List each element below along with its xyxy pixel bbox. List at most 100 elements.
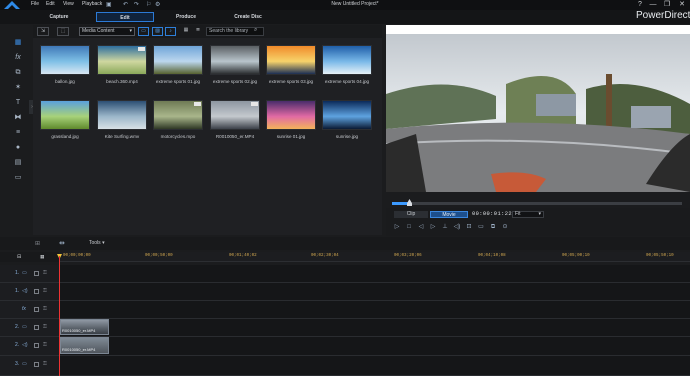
zoom-fit-select[interactable]: Fit ▾ xyxy=(512,211,544,218)
track-body[interactable] xyxy=(59,283,690,300)
audio-mixing-icon[interactable]: ≡ xyxy=(10,127,26,139)
chapter-room-icon[interactable]: ▤ xyxy=(10,157,26,169)
tab-produce[interactable]: Produce xyxy=(157,12,215,22)
library-thumbnail[interactable] xyxy=(266,45,316,75)
track-body[interactable] xyxy=(59,301,690,318)
track-enable-checkbox[interactable] xyxy=(34,362,39,367)
track-lock-icon[interactable]: ⚿ xyxy=(43,325,48,330)
minimize-button[interactable]: — xyxy=(647,0,659,10)
fx-room-icon[interactable]: fx xyxy=(10,52,26,64)
timeline-view-icon[interactable]: ▦ xyxy=(40,254,44,260)
library-thumbnail[interactable] xyxy=(97,45,147,75)
track-body[interactable] xyxy=(59,265,690,282)
track-enable-checkbox[interactable] xyxy=(34,343,39,348)
3d-toggle-icon[interactable]: ▭ xyxy=(476,223,486,232)
subtitle-room-icon[interactable]: ▭ xyxy=(10,172,26,184)
audio-icon: ◁) xyxy=(22,288,28,294)
audio-filter-icon[interactable]: ♪ xyxy=(165,27,176,36)
library-item-label: R0010050_er.MP4 xyxy=(215,134,255,139)
track-body[interactable] xyxy=(59,319,690,336)
video-clip[interactable]: R0010050_er.MP4 xyxy=(60,319,109,335)
search-icon[interactable]: ⌕ xyxy=(254,27,257,34)
track-lock-icon[interactable]: ⚿ xyxy=(43,289,48,294)
save-icon[interactable]: ▣ xyxy=(106,1,112,8)
library-thumbnail[interactable] xyxy=(322,100,372,130)
track-enable-checkbox[interactable] xyxy=(34,307,39,312)
voiceover-icon[interactable]: ● xyxy=(10,142,26,154)
snapshot-icon[interactable]: ⊡ xyxy=(464,223,474,232)
media-content-select[interactable]: Media Content ▾ xyxy=(79,27,135,36)
library-thumbnail[interactable] xyxy=(210,45,260,75)
library-thumbnail[interactable] xyxy=(153,45,203,75)
play-icon[interactable]: ▷ xyxy=(392,223,402,232)
track-lock-icon[interactable]: ⚿ xyxy=(43,343,48,348)
particle-room-icon[interactable]: ✶ xyxy=(10,82,26,94)
library-thumbnail[interactable] xyxy=(266,100,316,130)
import-icon[interactable]: ⇲ xyxy=(37,27,49,36)
menu-file[interactable]: File xyxy=(31,1,39,7)
next-frame-icon[interactable]: ▷ xyxy=(428,223,438,232)
library-thumbnail[interactable] xyxy=(97,100,147,130)
media-room-icon[interactable]: ▦ xyxy=(10,37,26,49)
tab-capture[interactable]: Capture xyxy=(30,12,88,22)
close-button[interactable]: ✕ xyxy=(676,0,688,10)
track-header: 1. ◁) ⚿ xyxy=(0,283,59,300)
plugins-icon[interactable]: ⬚ xyxy=(57,27,69,36)
ruler-tick-label: 00;01;40;02 xyxy=(229,254,257,258)
volume-icon[interactable]: ◁) xyxy=(452,223,462,232)
movie-mode-button[interactable]: Movie xyxy=(430,211,468,218)
image-filter-icon[interactable]: ▨ xyxy=(152,27,163,36)
transition-room-icon[interactable]: ⧓ xyxy=(10,112,26,124)
ruler-tick-label: 00;04;10;08 xyxy=(478,254,506,258)
maximize-button[interactable]: ❐ xyxy=(661,0,673,10)
settings-icon[interactable]: ⚙ xyxy=(155,1,160,8)
library-thumbnail[interactable] xyxy=(322,45,372,75)
stop-icon[interactable]: □ xyxy=(404,223,414,232)
undock-icon[interactable]: ⧉ xyxy=(488,223,498,232)
track-body[interactable] xyxy=(59,337,690,355)
tab-edit[interactable]: Edit xyxy=(96,12,154,22)
menu-playback[interactable]: Playback xyxy=(82,1,102,7)
previous-frame-icon[interactable]: ◁ xyxy=(416,223,426,232)
track-lock-icon[interactable]: ⚿ xyxy=(43,271,48,276)
ruler-tick-label: 00;00;00;00 xyxy=(63,254,91,258)
grid-view-icon[interactable]: ▦ xyxy=(180,27,192,36)
menu-edit[interactable]: Edit xyxy=(46,1,55,7)
preview-scrubber[interactable] xyxy=(392,202,682,205)
timecode-display[interactable]: 00:00:01:22 xyxy=(472,211,512,217)
notification-icon[interactable]: ⚐ xyxy=(146,1,151,8)
menu-view[interactable]: View xyxy=(63,1,74,7)
ruler-tick-label: 00;05;00;10 xyxy=(562,254,590,258)
tab-create-disc[interactable]: Create Disc xyxy=(218,12,278,22)
track-lock-icon[interactable]: ⚿ xyxy=(43,362,48,367)
pip-room-icon[interactable]: ⧉ xyxy=(10,67,26,79)
scrubber-handle[interactable] xyxy=(407,199,412,206)
track-settings-icon[interactable]: ⊟ xyxy=(17,254,21,260)
track-enable-checkbox[interactable] xyxy=(34,271,39,276)
library-thumbnail[interactable] xyxy=(210,100,260,130)
sort-icon[interactable]: ≣ xyxy=(192,27,204,36)
preview-window xyxy=(385,34,690,192)
track-body[interactable] xyxy=(59,356,690,375)
library-thumbnail[interactable] xyxy=(40,45,90,75)
track-enable-checkbox[interactable] xyxy=(34,325,39,330)
chevron-down-icon: ▾ xyxy=(538,211,541,217)
undo-icon[interactable]: ↶ xyxy=(123,1,128,8)
help-button[interactable]: ? xyxy=(634,0,646,10)
playhead[interactable] xyxy=(59,256,60,376)
360-view-icon[interactable]: ⊙ xyxy=(500,223,510,232)
title-room-icon[interactable]: T xyxy=(10,97,26,109)
track-enable-checkbox[interactable] xyxy=(34,289,39,294)
fit-timeline-icon[interactable]: ⇹ xyxy=(59,239,65,247)
track-manager-icon[interactable]: ⊞ xyxy=(35,240,40,247)
audio-clip[interactable]: R0010050_er.MP4 xyxy=(60,337,109,354)
library-thumbnail[interactable] xyxy=(153,100,203,130)
video-filter-icon[interactable]: ▭ xyxy=(138,27,149,36)
split-icon[interactable]: ⊥ xyxy=(440,223,450,232)
library-thumbnail[interactable] xyxy=(40,100,90,130)
clip-mode-button[interactable]: Clip xyxy=(394,211,428,218)
track-lock-icon[interactable]: ⚿ xyxy=(43,307,48,312)
tools-menu[interactable]: Tools ▾ xyxy=(89,240,105,246)
redo-icon[interactable]: ↷ xyxy=(134,1,139,8)
app-logo-icon xyxy=(4,1,20,9)
